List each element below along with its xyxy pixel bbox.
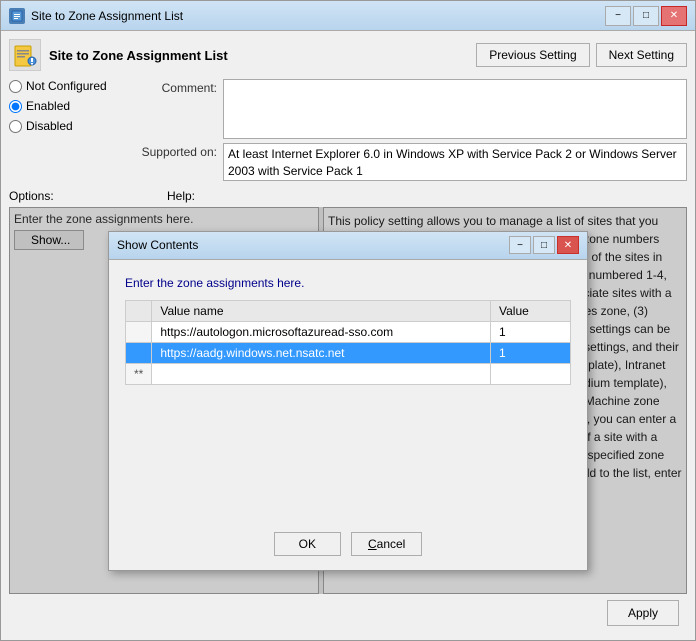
table-marker-header	[126, 300, 152, 321]
table-value-name-header: Value name	[152, 300, 491, 321]
enabled-input[interactable]	[9, 100, 22, 113]
title-bar-controls: − □ ✕	[605, 6, 687, 26]
maximize-button[interactable]: □	[633, 6, 659, 26]
next-setting-button[interactable]: Next Setting	[596, 43, 687, 67]
supported-row: Supported on: At least Internet Explorer…	[137, 143, 687, 181]
cancel-underline-char: C	[368, 537, 377, 551]
zone-assignments-table: Value name Value https://autologon.micro…	[125, 300, 571, 385]
row-value-name[interactable]: https://aadg.windows.net.nsatc.net	[152, 342, 491, 363]
header-title: Site to Zone Assignment List	[49, 48, 468, 63]
table-row[interactable]: https://autologon.microsoftazuread-sso.c…	[126, 321, 571, 342]
nav-buttons: Previous Setting Next Setting	[476, 43, 687, 67]
row-marker	[126, 321, 152, 342]
row-value[interactable]: 1	[491, 342, 571, 363]
radio-group: Not Configured Enabled Disabled	[9, 79, 129, 181]
title-bar: Site to Zone Assignment List − □ ✕	[1, 1, 695, 31]
comment-row: Comment:	[137, 79, 687, 139]
options-help-row: Options: Help:	[9, 189, 687, 203]
dialog-minimize-button[interactable]: −	[509, 236, 531, 254]
table-value-header: Value	[491, 300, 571, 321]
config-section: Not Configured Enabled Disabled Comment:	[9, 79, 687, 181]
content-area: Site to Zone Assignment List Previous Se…	[1, 31, 695, 640]
table-row[interactable]: **	[126, 363, 571, 384]
row-marker: **	[126, 363, 152, 384]
bottom-row: Apply	[9, 594, 687, 632]
dialog-content: Enter the zone assignments here. Value n…	[109, 260, 587, 522]
window-icon	[9, 8, 25, 24]
comment-label: Comment:	[137, 79, 217, 95]
close-button[interactable]: ✕	[661, 6, 687, 26]
disabled-radio[interactable]: Disabled	[9, 119, 129, 133]
title-bar-left: Site to Zone Assignment List	[9, 8, 183, 24]
dialog-maximize-button[interactable]: □	[533, 236, 555, 254]
disabled-input[interactable]	[9, 120, 22, 133]
show-contents-dialog: Show Contents − □ ✕ Enter the zone assig…	[108, 231, 588, 571]
not-configured-label: Not Configured	[26, 79, 107, 93]
dialog-intro-text: Enter the zone assignments here.	[125, 276, 571, 290]
dialog-ok-button[interactable]: OK	[274, 532, 341, 556]
previous-setting-button[interactable]: Previous Setting	[476, 43, 589, 67]
disabled-label: Disabled	[26, 119, 73, 133]
row-value[interactable]: 1	[491, 321, 571, 342]
options-label: Options:	[9, 189, 159, 203]
main-window: Site to Zone Assignment List − □ ✕	[0, 0, 696, 641]
enabled-radio[interactable]: Enabled	[9, 99, 129, 113]
row-value-name[interactable]	[152, 363, 491, 384]
header-row: Site to Zone Assignment List Previous Se…	[9, 39, 687, 71]
dialog-bottom: OK Cancel	[109, 522, 587, 570]
enabled-label: Enabled	[26, 99, 70, 113]
dialog-title: Show Contents	[117, 238, 198, 252]
dialog-controls: − □ ✕	[509, 236, 579, 254]
help-label: Help:	[167, 189, 195, 203]
dialog-close-button[interactable]: ✕	[557, 236, 579, 254]
row-marker	[126, 342, 152, 363]
modal-overlay: Show Contents − □ ✕ Enter the zone assig…	[9, 207, 687, 594]
fields-section: Comment: Supported on: At least Internet…	[137, 79, 687, 181]
dialog-cancel-button[interactable]: Cancel	[351, 532, 422, 556]
apply-button[interactable]: Apply	[607, 600, 679, 626]
dialog-title-bar: Show Contents − □ ✕	[109, 232, 587, 260]
supported-label: Supported on:	[137, 143, 217, 159]
window-title: Site to Zone Assignment List	[31, 9, 183, 23]
supported-value: At least Internet Explorer 6.0 in Window…	[223, 143, 687, 181]
comment-textarea[interactable]	[223, 79, 687, 139]
policy-icon	[9, 39, 41, 71]
cancel-suffix: ancel	[377, 537, 406, 551]
panel-area: Enter the zone assignments here. Show...…	[9, 207, 687, 594]
row-value-name[interactable]: https://autologon.microsoftazuread-sso.c…	[152, 321, 491, 342]
row-value[interactable]	[491, 363, 571, 384]
minimize-button[interactable]: −	[605, 6, 631, 26]
not-configured-input[interactable]	[9, 80, 22, 93]
not-configured-radio[interactable]: Not Configured	[9, 79, 129, 93]
table-row[interactable]: https://aadg.windows.net.nsatc.net1	[126, 342, 571, 363]
